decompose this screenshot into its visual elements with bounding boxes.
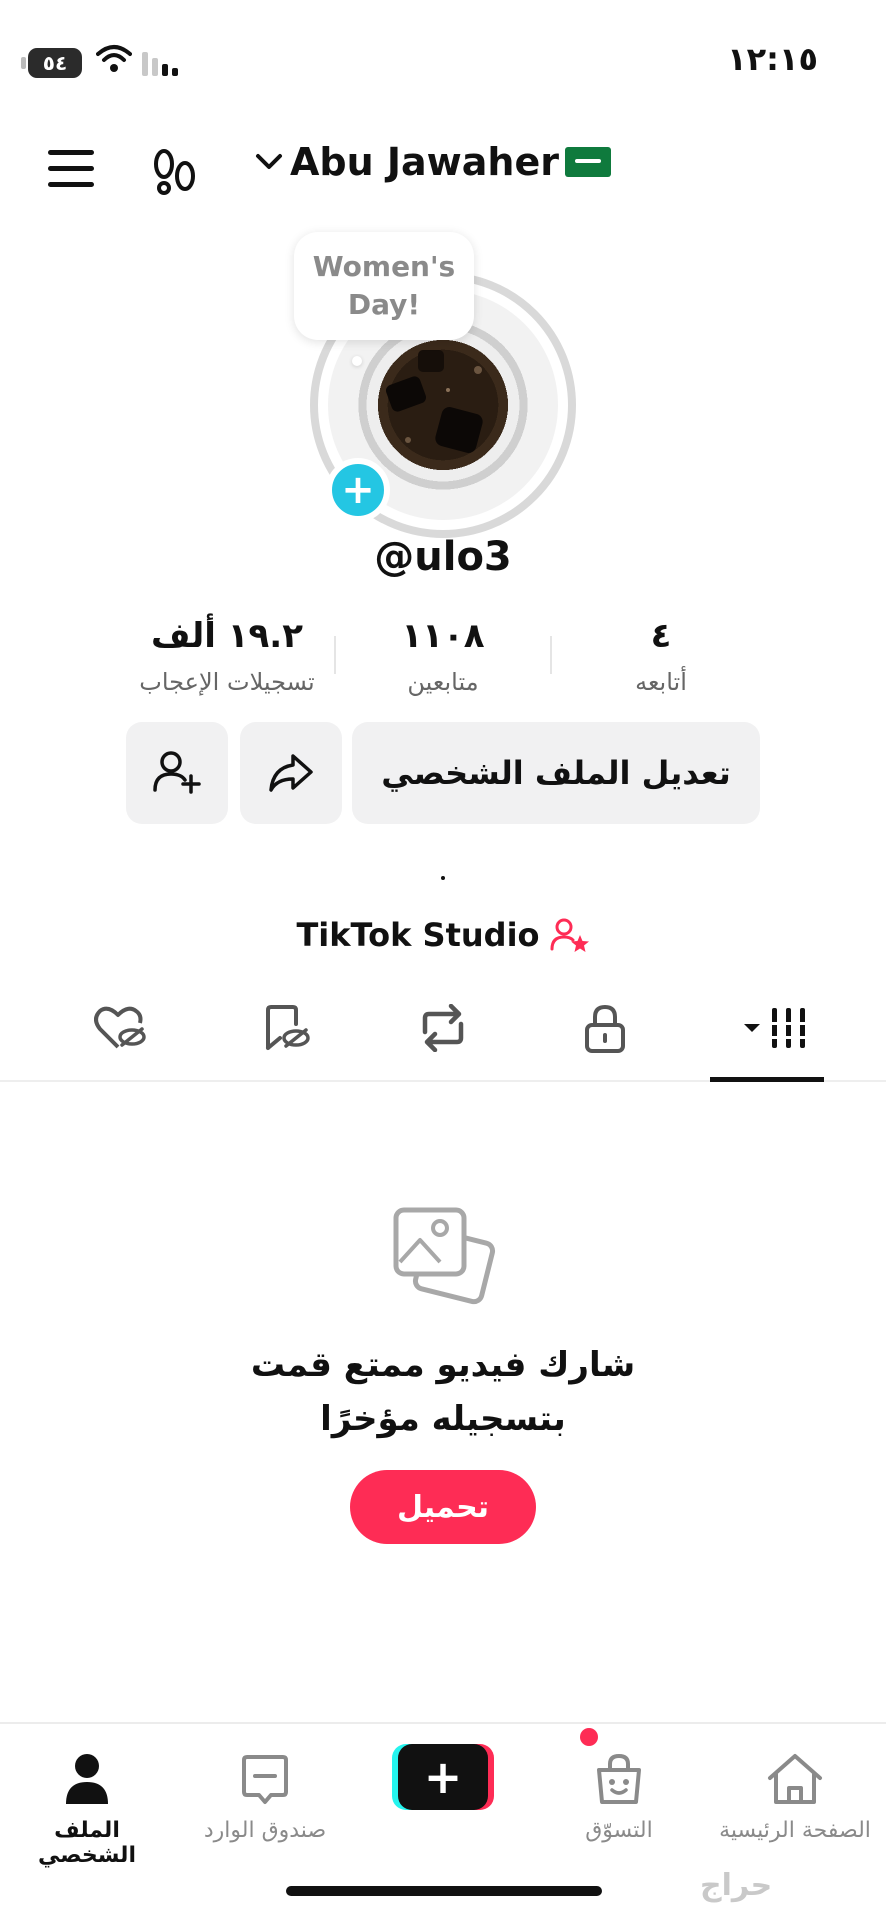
bio-dot [441,876,445,880]
empty-state-line-1: شارك فيديو ممتع قمت [250,1345,636,1385]
tab-reposts[interactable] [398,998,488,1058]
stat-value: ١٩.٢ ألف [151,616,303,656]
profile-tabs [0,990,886,1082]
upload-button[interactable]: تحميل [350,1470,536,1544]
saudi-flag-icon [565,147,611,177]
lock-icon [585,1004,625,1053]
add-friend-button[interactable] [126,722,228,824]
nav-inbox[interactable]: صندوق الوارد [180,1742,350,1843]
footprints-icon[interactable] [150,146,200,198]
creator-star-icon [550,918,589,952]
edit-profile-button[interactable]: تعديل الملف الشخصي [352,722,760,824]
share-arrow-icon [269,754,313,792]
plus-icon: + [398,1744,488,1810]
username: @ulo3 [374,534,512,580]
battery-indicator: ٥٤ [21,48,82,78]
share-profile-button[interactable] [240,722,342,824]
studio-label: TikTok Studio [296,916,540,954]
stat-label: أتابعه [635,668,687,696]
tiktok-studio-link[interactable]: TikTok Studio [0,916,886,954]
status-bubble[interactable]: Women's Day! [294,232,474,340]
repost-icon [422,1004,464,1052]
account-switcher[interactable]: Abu Jawaher [254,140,611,184]
liked-hidden-icon [94,1006,146,1049]
empty-state-line-2: بتسجيله مؤخرًا [320,1399,566,1439]
empty-state-message: شارك فيديو ممتع قمت بتسجيله مؤخرًا [0,1338,886,1446]
grid-videos-icon [744,1008,807,1048]
clock: ١٢:١٥ [727,40,818,78]
stat-following[interactable]: ٤ أتابعه [556,616,766,696]
tab-private[interactable] [560,998,650,1058]
inbox-message-icon [242,1755,288,1804]
chevron-down-icon [256,154,282,169]
tab-favorites[interactable] [240,998,330,1058]
stat-followers[interactable]: ١١٠٨ متابعين [338,616,548,696]
nav-home[interactable]: الصفحة الرئيسية [710,1742,880,1843]
wifi-icon [96,45,132,72]
profile-person-icon [66,1754,108,1804]
stat-value: ٤ [650,616,672,656]
home-icon [768,1754,822,1804]
home-indicator [286,1886,602,1896]
photo-stack-icon [393,1207,496,1305]
tab-liked[interactable] [76,998,166,1058]
battery-level: ٥٤ [42,51,68,75]
create-button[interactable]: + [392,1744,494,1810]
stat-label: تسجيلات الإعجاب [139,668,315,696]
bookmark-hidden-icon [266,1005,310,1050]
signal-icon [142,52,178,76]
stat-value: ١١٠٨ [401,616,485,656]
menu-icon[interactable] [48,150,94,187]
bubble-tail [352,356,362,366]
stat-likes[interactable]: ١٩.٢ ألف تسجيلات الإعجاب [122,616,332,696]
divider [550,636,552,674]
nav-shop[interactable]: التسوّق [534,1742,704,1843]
account-name: Abu Jawaher [290,140,559,184]
nav-label: صندوق الوارد [203,1818,327,1843]
nav-label: الملف الشخصي [38,1818,136,1868]
watermark: حراج [700,1868,773,1903]
add-user-icon [153,751,201,794]
nav-label: التسوّق [585,1818,653,1843]
active-tab-indicator [710,1077,824,1082]
tab-videos[interactable] [718,998,822,1058]
nav-label: الصفحة الرئيسية [719,1818,871,1843]
divider [334,636,336,674]
nav-profile[interactable]: الملف الشخصي [2,1742,172,1868]
add-avatar-button[interactable]: + [326,458,390,522]
shopping-bag-icon [597,1753,641,1804]
stat-label: متابعين [407,668,479,696]
